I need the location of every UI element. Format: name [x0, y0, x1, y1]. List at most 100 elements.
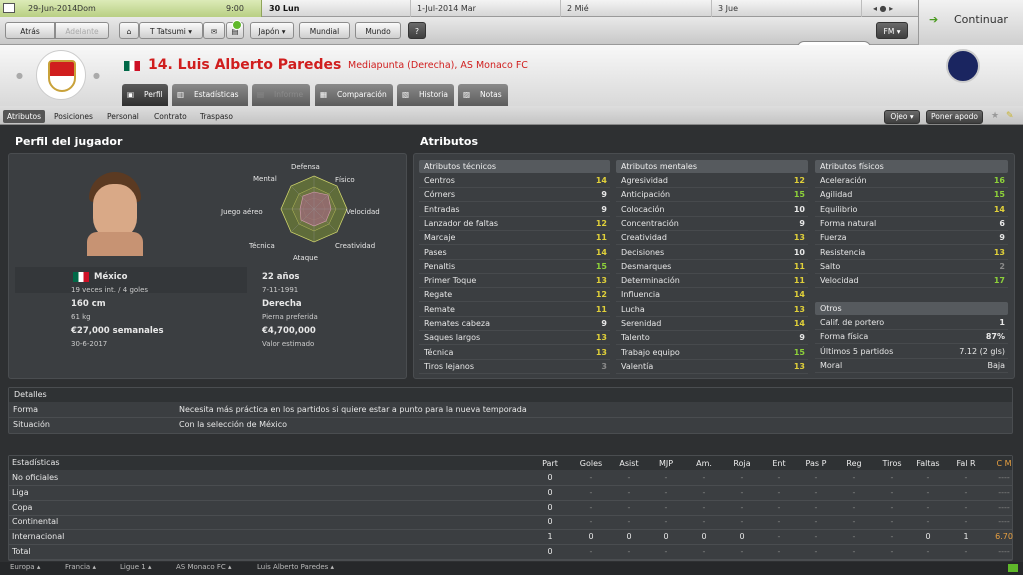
breadcrumb-item[interactable]: Luis Alberto Paredes ▴ — [257, 563, 334, 571]
breadcrumb-item[interactable]: AS Monaco FC ▴ — [176, 563, 232, 571]
table-row — [9, 529, 1012, 531]
breadcrumb-item[interactable]: Ligue 1 ▴ — [120, 563, 151, 571]
stats-cell: - — [926, 547, 930, 556]
next-icon[interactable]: ● — [93, 71, 100, 80]
attribute-name: Centros — [424, 176, 455, 185]
wage: €27,000 semanales — [71, 326, 164, 336]
details-value: Con la selección de México — [179, 420, 287, 429]
status-icon — [1008, 564, 1018, 572]
tab-historia[interactable]: ▧ Historia — [397, 84, 454, 106]
stats-cell: - — [814, 502, 818, 512]
attribute-row: Salto 2 — [815, 260, 1008, 274]
attribute-row: Forma natural 6 — [815, 217, 1008, 231]
radar-label: Defensa — [291, 163, 320, 171]
stats-cell: - — [664, 502, 668, 512]
subtab-atributos[interactable]: Atributos — [3, 110, 46, 123]
japan-menu[interactable]: Japón ▾ — [250, 22, 294, 39]
stats-cell: - — [777, 473, 781, 482]
attribute-row: Influencia 14 — [616, 288, 808, 303]
world-menu[interactable]: Mundial ▾ — [299, 22, 350, 53]
manager-menu[interactable]: T Tatsumi ▾ — [139, 22, 203, 39]
stats-cell: - — [740, 502, 744, 512]
calendar-nav-icon[interactable]: ◂ ● ▸ — [873, 0, 893, 17]
stats-column-header[interactable]: Fal R — [950, 459, 982, 468]
tab-informe[interactable]: ▤ Informe — [252, 84, 310, 106]
subtab-personal[interactable]: Personal — [103, 110, 143, 123]
date-of-birth: 7-11-1991 — [262, 286, 299, 294]
tab-perfil[interactable]: ▣ Perfil — [122, 84, 168, 106]
star-icon[interactable]: ★ — [991, 111, 999, 121]
stats-column-header[interactable]: Part — [534, 459, 566, 468]
subtab-traspaso[interactable]: Traspaso — [196, 110, 237, 123]
tab-estadisticas[interactable]: ▥ Estadísticas — [172, 84, 248, 106]
attribute-row: Decisiones 10 — [616, 246, 808, 260]
breadcrumb-item[interactable]: Europa ▴ — [10, 563, 40, 571]
attribute-value: 17 — [993, 276, 1005, 286]
home-icon[interactable]: ⌂ — [119, 22, 139, 39]
edit-icon[interactable]: ✎ — [1006, 111, 1014, 121]
stats-cell: 0 — [663, 532, 669, 542]
tab-notas[interactable]: ▨ Notas — [458, 84, 508, 106]
attribute-value: 6 — [999, 218, 1005, 228]
stats-cell: - — [814, 547, 818, 556]
stats-cell: 0 — [925, 532, 931, 542]
attribute-value: 13 — [595, 347, 607, 357]
attribute-value: 11 — [595, 233, 607, 243]
attribute-name: Moral — [820, 360, 843, 370]
attribute-row: Resistencia 13 — [815, 246, 1008, 260]
stats-column-header[interactable]: Am. — [688, 459, 720, 468]
attribute-name: Colocación — [621, 204, 665, 214]
attribute-value: 11 — [595, 304, 607, 314]
attribute-name: Equilibrio — [820, 204, 858, 214]
caps: 19 veces int. / 4 goles — [71, 286, 149, 294]
attribute-name: Marcaje — [424, 233, 456, 243]
subtab-posiciones[interactable]: Posiciones — [50, 110, 97, 123]
attribute-name: Penaltis — [424, 261, 456, 271]
continue-button[interactable]: ➔ Continuar — [918, 0, 1023, 45]
breadcrumb-item[interactable]: Francia ▴ — [65, 563, 96, 571]
stats-column-header[interactable]: MJP — [650, 459, 682, 468]
stats-column-header[interactable]: Reg — [838, 459, 870, 468]
attribute-value: 14 — [595, 176, 607, 185]
forward-button[interactable]: Adelante — [55, 22, 109, 39]
stats-column-header[interactable]: Ent — [763, 459, 795, 468]
attribute-row: Equilibrio 14 — [815, 203, 1008, 217]
stats-column-header[interactable]: Goles — [575, 459, 607, 468]
stats-cell: 1 — [547, 532, 553, 542]
attribute-name: Velocidad — [820, 276, 859, 286]
stats-column-header[interactable]: Tiros — [876, 459, 908, 468]
calendar-day[interactable]: 1-Jul-2014 Mar — [411, 0, 561, 17]
previous-icon[interactable]: ● — [16, 71, 23, 80]
calendar-day[interactable]: 2 Mié — [561, 0, 712, 17]
tab-comparacion[interactable]: ▦ Comparación — [315, 84, 393, 106]
stats-column-header[interactable]: C M — [988, 459, 1020, 468]
stats-column-header[interactable]: Asist — [613, 459, 645, 468]
attribute-value: 9 — [799, 218, 805, 228]
current-date-cell[interactable]: 29-Jun-2014 Dom 9:00 — [0, 0, 262, 17]
attribute-name: Trabajo equipo — [621, 347, 680, 357]
nickname-button[interactable]: Poner apodo — [926, 110, 983, 124]
attribute-value: 87% — [985, 332, 1005, 342]
attribute-name: Pases — [424, 247, 447, 257]
back-button[interactable]: Atrás — [5, 22, 55, 39]
calendar-day[interactable]: 3 Jue — [712, 0, 862, 17]
calendar-day[interactable]: 30 Lun — [263, 0, 411, 17]
stats-cell: - — [589, 517, 593, 527]
fm-menu[interactable]: FM ▾ — [876, 22, 908, 39]
stats-cell: - — [589, 502, 593, 512]
stats-column-header[interactable]: Pas P — [800, 459, 832, 468]
stats-row-label: Internacional — [12, 532, 65, 542]
attribute-value: 11 — [793, 261, 805, 271]
world2-menu[interactable]: Mundo ▾ — [355, 22, 401, 53]
stats-column-header[interactable]: Faltas — [912, 459, 944, 468]
nav-bar: Atrás Adelante ⌂ T Tatsumi ▾ ✉ ▤ Japón ▾… — [0, 17, 918, 55]
subtab-contrato[interactable]: Contrato — [150, 110, 191, 123]
mental-header: Atributos mentales — [616, 160, 808, 173]
help-button[interactable]: ? — [408, 22, 426, 39]
attribute-name: Córners — [424, 190, 456, 200]
stats-column-header[interactable]: Roja — [726, 459, 758, 468]
attribute-name: Regate — [424, 290, 453, 300]
mail-icon[interactable]: ✉ — [203, 22, 225, 39]
scout-button[interactable]: Ojeo ▾ — [884, 110, 920, 124]
stats-cell: 0 — [739, 532, 745, 542]
